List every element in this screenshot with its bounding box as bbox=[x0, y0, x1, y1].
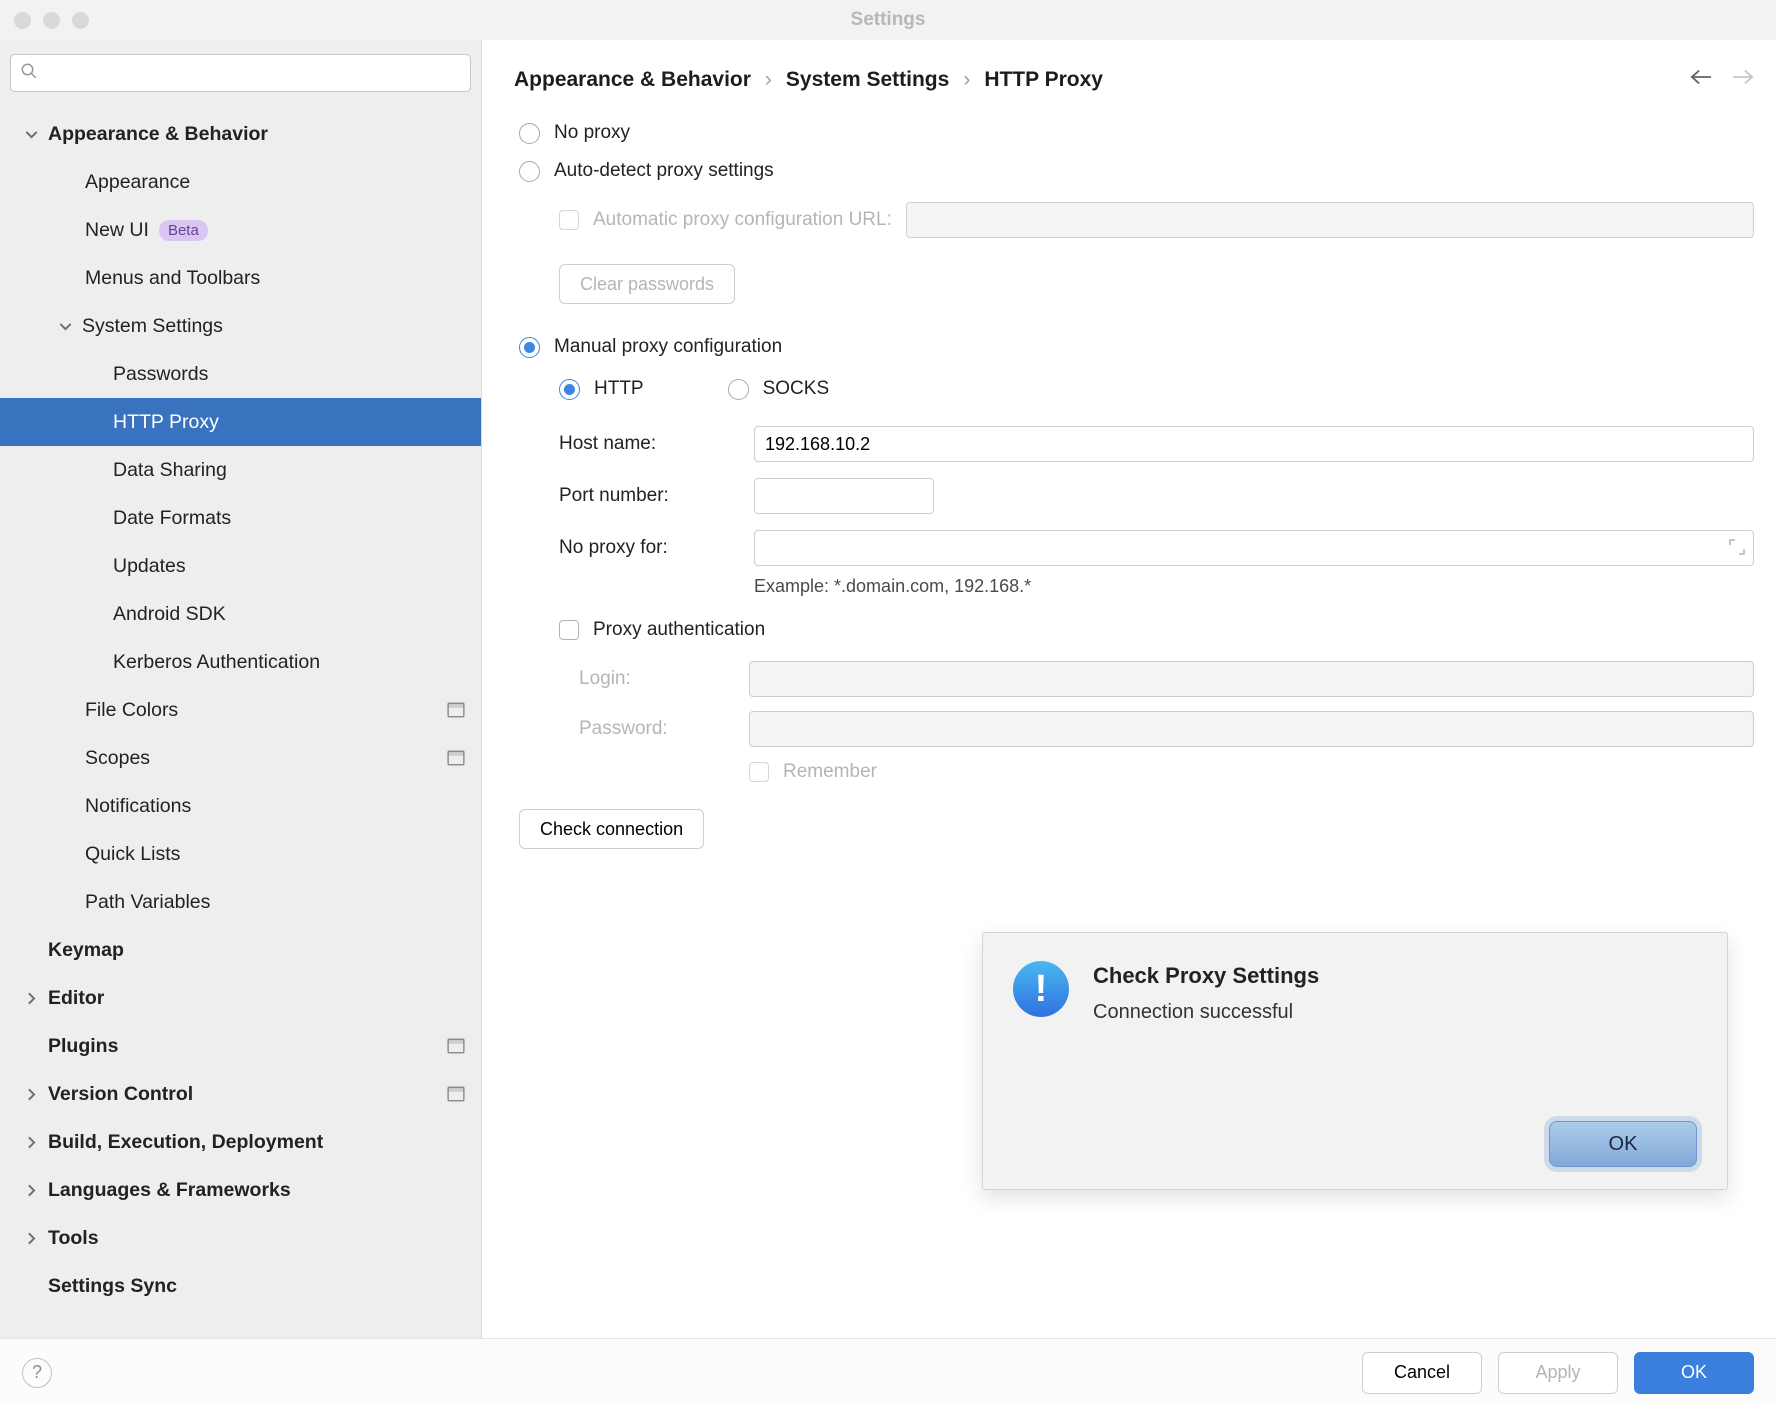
label-login: Login: bbox=[579, 668, 739, 690]
tree-appearance[interactable]: Appearance bbox=[0, 158, 481, 206]
tree-keymap[interactable]: Keymap bbox=[0, 926, 481, 974]
tree-tools[interactable]: Tools bbox=[0, 1214, 481, 1262]
nav-back-icon[interactable] bbox=[1690, 68, 1712, 92]
checkbox-remember bbox=[749, 762, 769, 782]
tree-plugins[interactable]: Plugins bbox=[0, 1022, 481, 1070]
breadcrumb-sep: › bbox=[963, 68, 970, 92]
label-password: Password: bbox=[579, 718, 739, 740]
label-auto-url: Automatic proxy configuration URL: bbox=[593, 209, 892, 231]
tree-passwords[interactable]: Passwords bbox=[0, 350, 481, 398]
search-input[interactable] bbox=[10, 54, 471, 92]
help-button[interactable]: ? bbox=[22, 1358, 52, 1388]
input-host[interactable] bbox=[754, 426, 1754, 462]
radio-socks[interactable] bbox=[728, 379, 749, 400]
tree-editor[interactable]: Editor bbox=[0, 974, 481, 1022]
radio-auto-detect[interactable]: Auto-detect proxy settings bbox=[519, 160, 1754, 182]
chevron-right-icon bbox=[22, 1085, 40, 1103]
radio-no-proxy[interactable]: No proxy bbox=[519, 122, 1754, 144]
example-hint: Example: *.domain.com, 192.168.* bbox=[754, 576, 1754, 597]
chevron-right-icon bbox=[22, 1229, 40, 1247]
tree-notifications[interactable]: Notifications bbox=[0, 782, 481, 830]
check-proxy-dialog: ! Check Proxy Settings Connection succes… bbox=[982, 932, 1728, 1190]
window-title: Settings bbox=[0, 9, 1776, 31]
radio-icon bbox=[519, 123, 540, 144]
settings-sidebar: Appearance & Behavior Appearance New UIB… bbox=[0, 40, 482, 1338]
label-port: Port number: bbox=[559, 485, 744, 507]
ok-button[interactable]: OK bbox=[1634, 1352, 1754, 1394]
tree-build[interactable]: Build, Execution, Deployment bbox=[0, 1118, 481, 1166]
label-remember: Remember bbox=[783, 761, 877, 783]
tree-menus-toolbars[interactable]: Menus and Toolbars bbox=[0, 254, 481, 302]
label-proxy-auth: Proxy authentication bbox=[593, 619, 765, 641]
project-scope-icon bbox=[447, 1038, 465, 1054]
breadcrumb-c: HTTP Proxy bbox=[984, 68, 1103, 92]
input-port-wrap: ▲▼ bbox=[754, 478, 934, 514]
settings-tree: Appearance & Behavior Appearance New UIB… bbox=[0, 102, 481, 1338]
nav-forward-icon bbox=[1732, 68, 1754, 92]
tree-path-variables[interactable]: Path Variables bbox=[0, 878, 481, 926]
label-no-proxy-for: No proxy for: bbox=[559, 537, 744, 559]
radio-icon bbox=[519, 161, 540, 182]
tree-file-colors[interactable]: File Colors bbox=[0, 686, 481, 734]
cancel-button[interactable]: Cancel bbox=[1362, 1352, 1482, 1394]
tree-settings-sync[interactable]: Settings Sync bbox=[0, 1262, 481, 1310]
project-scope-icon bbox=[447, 702, 465, 718]
tree-new-ui[interactable]: New UIBeta bbox=[0, 206, 481, 254]
project-scope-icon bbox=[447, 750, 465, 766]
tree-data-sharing[interactable]: Data Sharing bbox=[0, 446, 481, 494]
clear-passwords-button: Clear passwords bbox=[559, 264, 735, 304]
dialog-message: Connection successful bbox=[1093, 1001, 1697, 1024]
input-no-proxy-for[interactable] bbox=[754, 530, 1754, 566]
beta-badge: Beta bbox=[159, 220, 208, 241]
tree-appearance-behavior[interactable]: Appearance & Behavior bbox=[0, 110, 481, 158]
label-socks: SOCKS bbox=[763, 378, 830, 400]
tree-kerberos[interactable]: Kerberos Authentication bbox=[0, 638, 481, 686]
breadcrumb-a[interactable]: Appearance & Behavior bbox=[514, 68, 751, 92]
tree-updates[interactable]: Updates bbox=[0, 542, 481, 590]
radio-http[interactable] bbox=[559, 379, 580, 400]
apply-button: Apply bbox=[1498, 1352, 1618, 1394]
dialog-title: Check Proxy Settings bbox=[1093, 963, 1697, 989]
tree-http-proxy[interactable]: HTTP Proxy bbox=[0, 398, 481, 446]
info-icon: ! bbox=[1013, 961, 1069, 1017]
chevron-down-icon bbox=[56, 317, 74, 335]
input-login bbox=[749, 661, 1754, 697]
tree-scopes[interactable]: Scopes bbox=[0, 734, 481, 782]
breadcrumb-b[interactable]: System Settings bbox=[786, 68, 949, 92]
tree-quick-lists[interactable]: Quick Lists bbox=[0, 830, 481, 878]
dialog-ok-button[interactable]: OK bbox=[1549, 1121, 1697, 1167]
input-auto-url bbox=[906, 202, 1754, 238]
chevron-down-icon bbox=[22, 125, 40, 143]
label-http: HTTP bbox=[594, 378, 644, 400]
chevron-right-icon bbox=[22, 1181, 40, 1199]
radio-manual[interactable]: Manual proxy configuration bbox=[519, 336, 1754, 358]
project-scope-icon bbox=[447, 1086, 465, 1102]
tree-system-settings[interactable]: System Settings bbox=[0, 302, 481, 350]
input-password bbox=[749, 711, 1754, 747]
dialog-footer: ? Cancel Apply OK bbox=[0, 1338, 1776, 1406]
radio-icon bbox=[519, 337, 540, 358]
checkbox-auto-url bbox=[559, 210, 579, 230]
chevron-right-icon bbox=[22, 1133, 40, 1151]
breadcrumb-sep: › bbox=[765, 68, 772, 92]
tree-android-sdk[interactable]: Android SDK bbox=[0, 590, 481, 638]
search-icon bbox=[20, 62, 38, 80]
chevron-right-icon bbox=[22, 989, 40, 1007]
titlebar: Settings bbox=[0, 0, 1776, 40]
tree-languages[interactable]: Languages & Frameworks bbox=[0, 1166, 481, 1214]
checkbox-proxy-auth[interactable] bbox=[559, 620, 579, 640]
expand-icon[interactable] bbox=[1728, 538, 1746, 562]
label-host: Host name: bbox=[559, 433, 744, 455]
input-port[interactable] bbox=[755, 479, 934, 513]
breadcrumb: Appearance & Behavior › System Settings … bbox=[514, 68, 1754, 92]
tree-date-formats[interactable]: Date Formats bbox=[0, 494, 481, 542]
check-connection-button[interactable]: Check connection bbox=[519, 809, 704, 849]
tree-version-control[interactable]: Version Control bbox=[0, 1070, 481, 1118]
